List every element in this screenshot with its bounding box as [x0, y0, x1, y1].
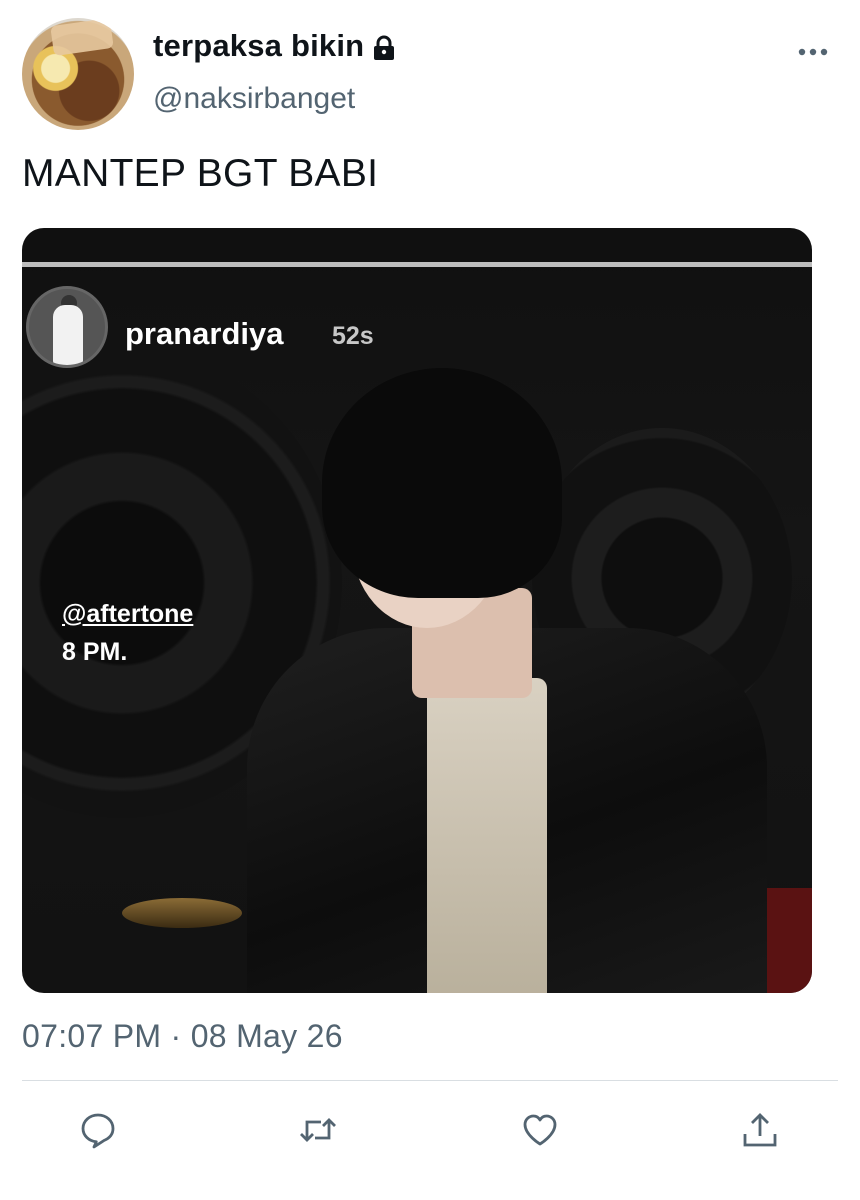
retweet-icon [300, 1118, 336, 1142]
story-mention: @aftertone [62, 600, 194, 628]
story-avatar [26, 286, 108, 368]
like-button[interactable] [518, 1108, 562, 1152]
author-display-name[interactable]: terpaksa bikin [153, 28, 396, 64]
tweet-timestamp[interactable]: 07:07 PM · 08 May 26 [22, 1018, 343, 1055]
share-icon [743, 1113, 777, 1147]
reply-icon [81, 1113, 115, 1149]
divider [22, 1080, 838, 1081]
more-options-icon[interactable] [796, 42, 830, 62]
author-handle[interactable]: @naksirbanget [153, 82, 355, 116]
share-button[interactable] [738, 1108, 782, 1152]
tweet-text: MANTEP BGT BABI [22, 152, 379, 195]
story-progress-bar [22, 262, 812, 267]
story-age: 52s [332, 322, 374, 350]
person-shirt [427, 678, 547, 993]
cymbal [122, 898, 242, 928]
author-avatar[interactable] [22, 18, 134, 130]
heart-icon [523, 1114, 557, 1146]
reply-button[interactable] [76, 1108, 120, 1152]
story-caption: 8 PM. [62, 638, 128, 666]
tweet-media-image[interactable]: pranardiya 52s @aftertone 8 PM. [22, 228, 812, 993]
retweet-button[interactable] [296, 1108, 340, 1152]
action-bar [0, 1108, 860, 1158]
story-username: pranardiya [125, 316, 284, 351]
lock-icon [372, 33, 396, 60]
person-hair [322, 368, 562, 598]
display-name-text: terpaksa bikin [153, 28, 365, 63]
